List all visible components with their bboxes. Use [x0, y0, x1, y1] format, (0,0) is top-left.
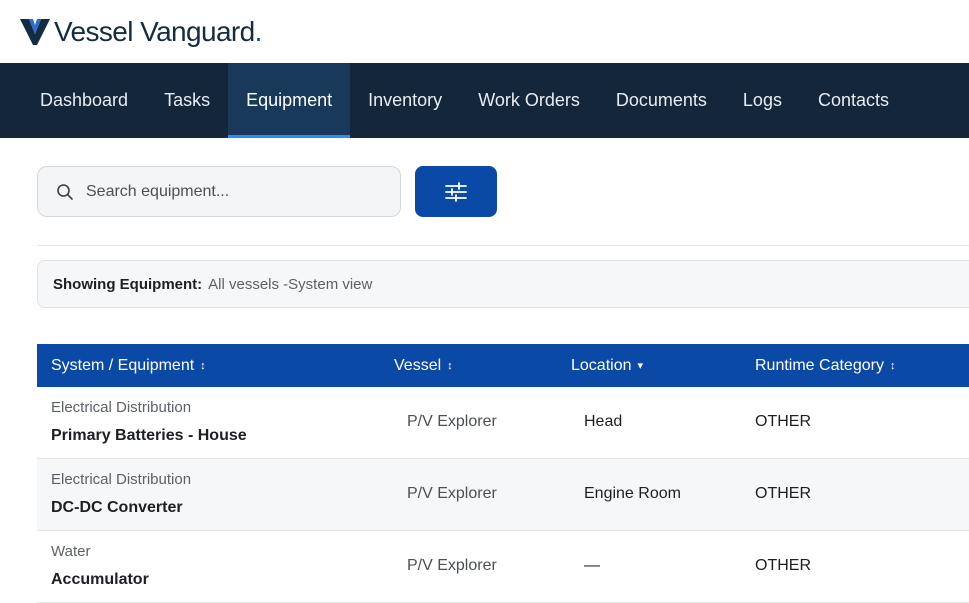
- brand-trademark-dot: .: [254, 15, 263, 47]
- showing-value: All vessels -System view: [208, 275, 373, 293]
- cell-vessel: P/V Explorer: [407, 485, 497, 502]
- equipment-table: System / Equipment ↕ Vessel ↕ Location ▾ Ru…: [37, 344, 969, 603]
- nav-tab-documents[interactable]: Documents: [598, 63, 725, 138]
- search-icon: [57, 183, 73, 200]
- sort-desc-icon: ▾: [637, 360, 644, 372]
- cell-runtime-category: OTHER: [755, 557, 811, 574]
- sort-icon: ↕: [200, 359, 206, 372]
- nav-tab-work-orders[interactable]: Work Orders: [460, 63, 598, 138]
- brand-bar: Vessel Vanguard.: [0, 0, 969, 63]
- cell-system: Electrical Distribution: [51, 471, 192, 488]
- nav-tab-equipment[interactable]: Equipment: [228, 63, 351, 138]
- table-row[interactable]: Electrical Distribution DC-DC Converter …: [37, 459, 969, 531]
- main-nav: Dashboard Tasks Equipment Inventory Work…: [0, 63, 969, 138]
- sort-icon: ↕: [447, 359, 453, 372]
- column-header-runtime-category[interactable]: Runtime Category ↕: [755, 357, 895, 375]
- vessel-vanguard-logo-icon[interactable]: [20, 18, 50, 45]
- cell-runtime-category: OTHER: [755, 485, 811, 502]
- cell-location: —: [584, 557, 600, 574]
- cell-equipment[interactable]: Primary Batteries - House: [51, 427, 247, 445]
- column-header-location[interactable]: Location ▾: [571, 357, 643, 375]
- table-row[interactable]: Water Accumulator P/V Explorer — OTHER: [37, 531, 969, 603]
- showing-label: Showing Equipment:: [53, 275, 203, 293]
- cell-equipment[interactable]: Accumulator: [51, 571, 149, 589]
- cell-equipment[interactable]: DC-DC Converter: [51, 499, 183, 517]
- column-header-system-equipment[interactable]: System / Equipment ↕: [51, 357, 206, 375]
- nav-tab-tasks[interactable]: Tasks: [146, 63, 228, 138]
- section-divider: [37, 245, 969, 246]
- cell-runtime-category: OTHER: [755, 413, 811, 430]
- cell-location: Engine Room: [584, 485, 681, 502]
- cell-vessel: P/V Explorer: [407, 557, 497, 574]
- cell-vessel: P/V Explorer: [407, 413, 497, 430]
- nav-tab-logs[interactable]: Logs: [725, 63, 800, 138]
- table-row[interactable]: Electrical Distribution Primary Batterie…: [37, 387, 969, 459]
- nav-tab-dashboard[interactable]: Dashboard: [0, 63, 146, 138]
- nav-tab-inventory[interactable]: Inventory: [350, 63, 460, 138]
- column-header-vessel[interactable]: Vessel ↕: [394, 357, 453, 375]
- nav-tab-contacts[interactable]: Contacts: [800, 63, 907, 138]
- search-box[interactable]: [37, 166, 401, 217]
- search-input[interactable]: [86, 182, 386, 201]
- sliders-icon: [445, 181, 467, 202]
- sort-icon: ↕: [889, 359, 896, 372]
- table-header: System / Equipment ↕ Vessel ↕ Location ▾ Ru…: [37, 344, 969, 387]
- showing-equipment-bar: Showing Equipment: All vessels -System v…: [37, 260, 969, 308]
- brand-name[interactable]: Vessel Vanguard.: [54, 15, 263, 47]
- cell-system: Electrical Distribution: [51, 399, 192, 416]
- filter-button[interactable]: [415, 166, 497, 217]
- cell-system: Water: [51, 543, 91, 560]
- cell-location: Head: [584, 413, 623, 430]
